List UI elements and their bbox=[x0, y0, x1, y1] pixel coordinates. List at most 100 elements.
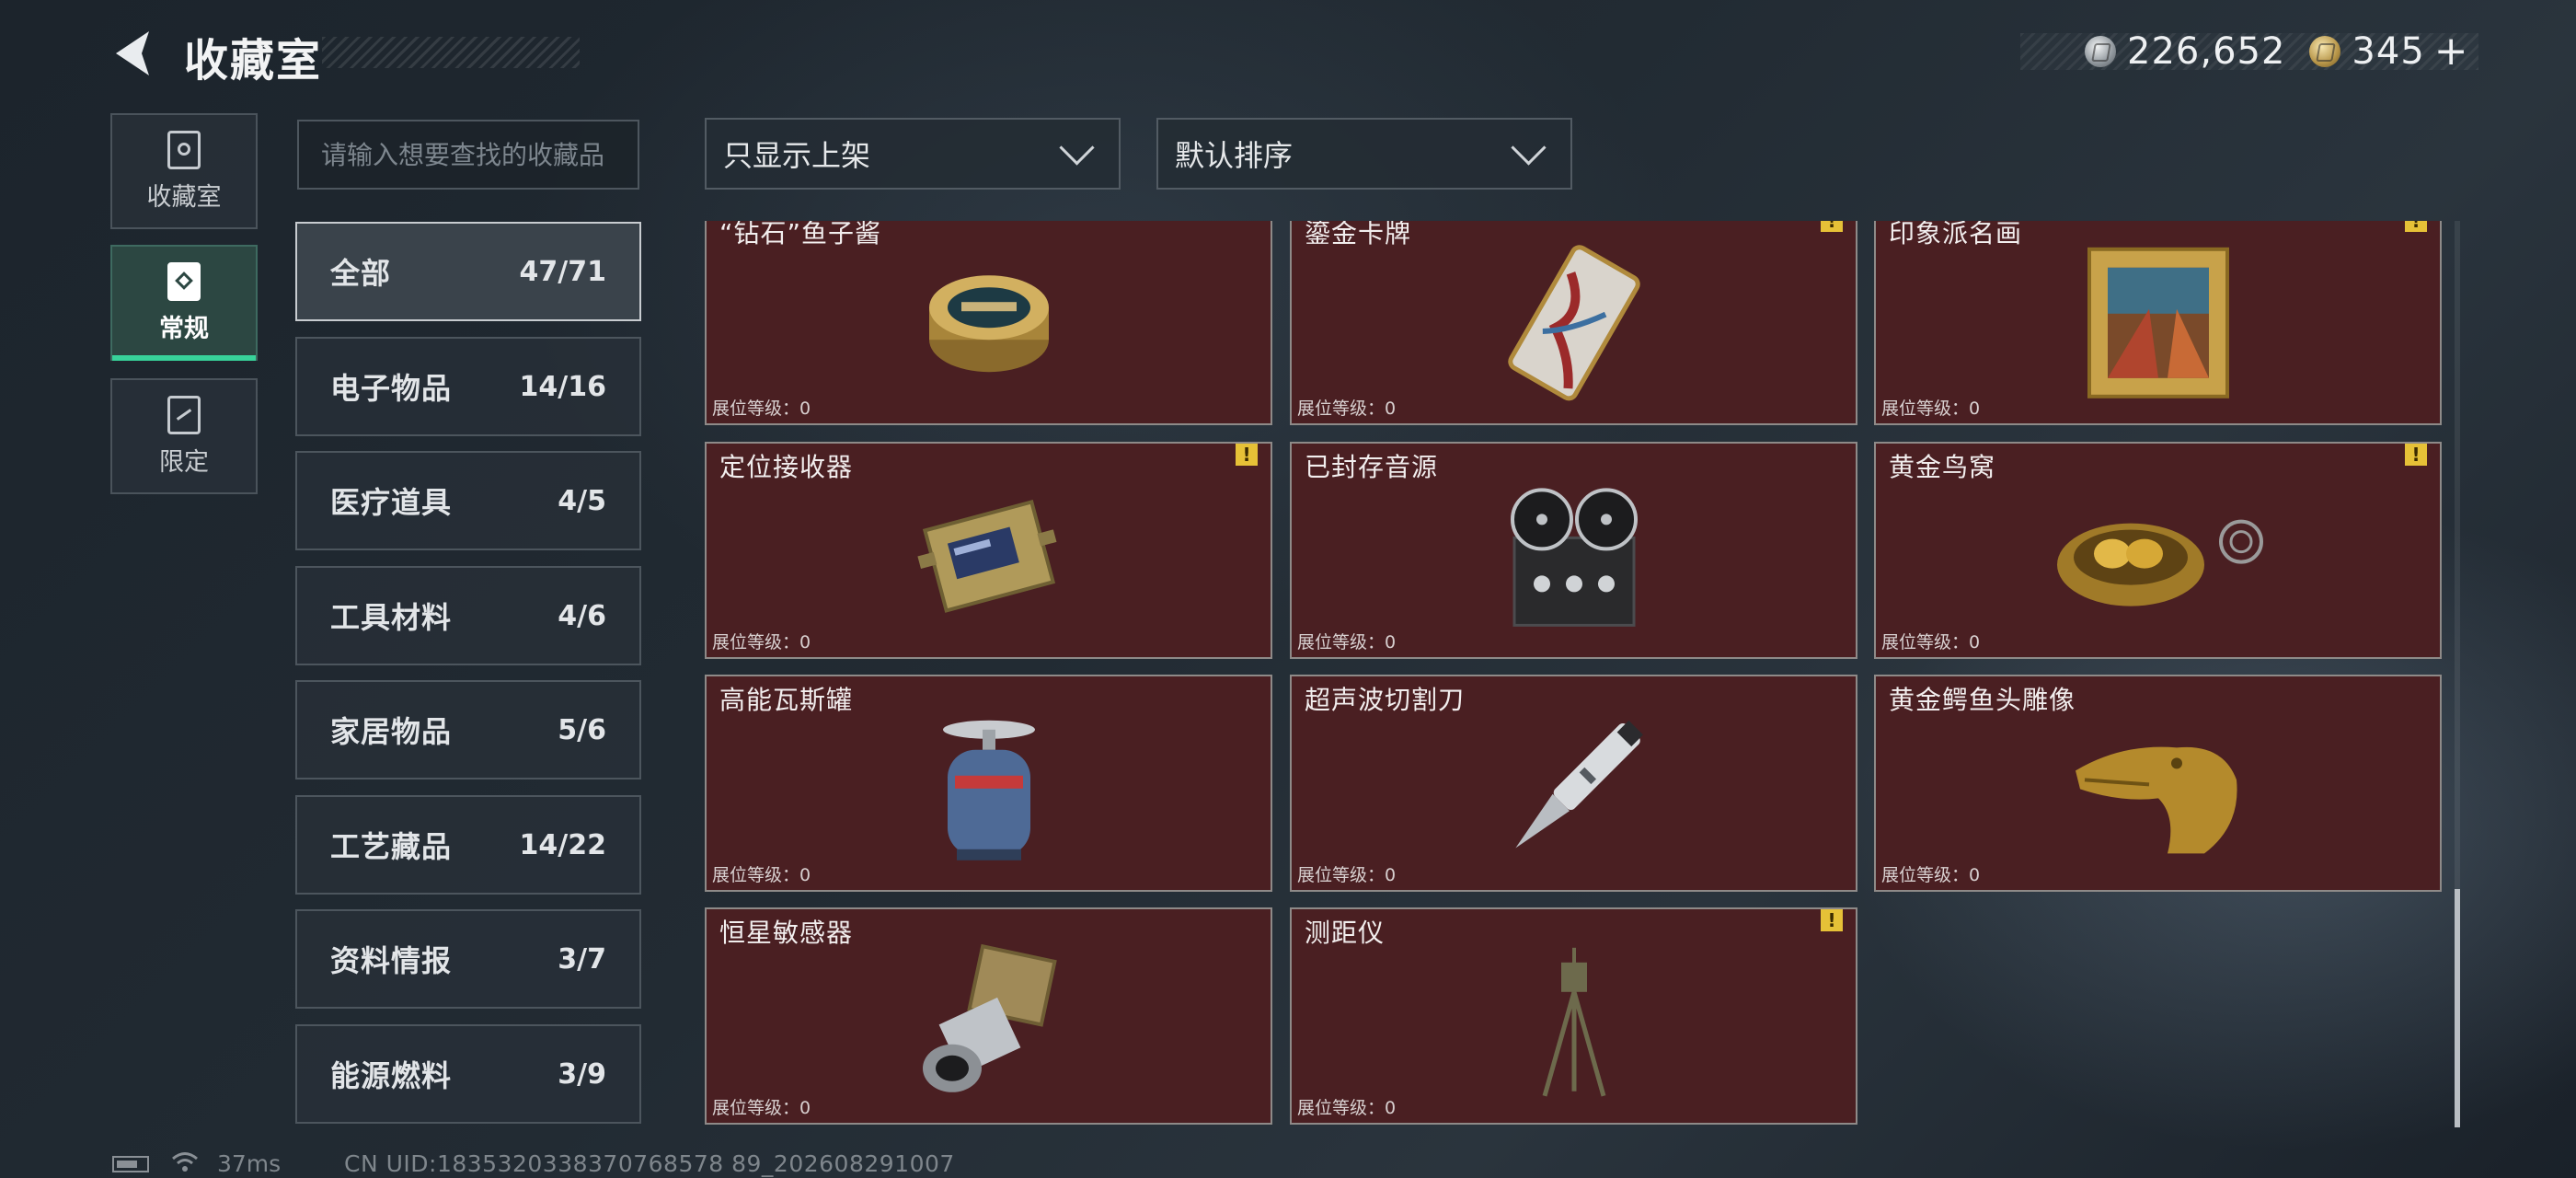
item-card-locator-receiver[interactable]: 定位接收器 ! 展位等级：0 bbox=[705, 442, 1272, 659]
gilded-card-icon bbox=[1507, 245, 1640, 401]
item-booth-level: 展位等级：0 bbox=[712, 1098, 811, 1118]
ultrasonic-cutter-icon bbox=[1514, 720, 1643, 849]
caviar-tin-icon bbox=[928, 275, 1049, 373]
item-booth-level: 展位等级：0 bbox=[712, 398, 811, 419]
category-tools[interactable]: 工具材料 4/6 bbox=[295, 566, 641, 665]
limited-collection-icon bbox=[167, 395, 201, 434]
category-name: 全部 bbox=[330, 256, 392, 291]
regular-collection-icon bbox=[167, 261, 201, 301]
display-filter-dropdown[interactable]: 只显示上架 bbox=[705, 118, 1121, 190]
category-count: 14/16 bbox=[519, 370, 606, 403]
category-name: 能源燃料 bbox=[330, 1058, 453, 1093]
page-title: 收藏室 bbox=[184, 35, 323, 87]
sort-dropdown[interactable]: 默认排序 bbox=[1156, 118, 1572, 190]
sort-value: 默认排序 bbox=[1175, 138, 1294, 173]
item-name: 测距仪 bbox=[1305, 918, 1386, 948]
category-count: 4/5 bbox=[558, 484, 606, 517]
silver-coin-icon bbox=[2085, 36, 2116, 67]
category-fuel[interactable]: 能源燃料 3/9 bbox=[295, 1024, 641, 1124]
item-card-star-sensor[interactable]: 恒星敏感器 展位等级：0 bbox=[705, 907, 1272, 1125]
item-name: 超声波切割刀 bbox=[1305, 685, 1466, 715]
item-card-gilded-card[interactable]: 鎏金卡牌 ! 展位等级：0 bbox=[1290, 221, 1857, 425]
item-booth-level: 展位等级：0 bbox=[1881, 632, 1981, 653]
item-card-caviar[interactable]: “钻石”鱼子酱 展位等级：0 bbox=[705, 221, 1272, 425]
category-count: 3/9 bbox=[558, 1057, 606, 1091]
item-name: 定位接收器 bbox=[719, 452, 854, 482]
category-name: 资料情报 bbox=[330, 943, 453, 978]
item-booth-level: 展位等级：0 bbox=[1297, 865, 1397, 885]
collectibles-grid: “钻石”鱼子酱 展位等级：0 鎏金卡牌 ! 展位等级：0 印象派名画 ! 展位等… bbox=[705, 221, 2445, 1127]
category-count: 14/22 bbox=[519, 828, 606, 861]
category-household[interactable]: 家居物品 5/6 bbox=[295, 680, 641, 780]
chevron-down-icon bbox=[1511, 129, 1547, 166]
item-card-sealed-audio[interactable]: 已封存音源 展位等级：0 bbox=[1290, 442, 1857, 659]
item-booth-level: 展位等级：0 bbox=[1297, 1098, 1397, 1118]
locator-receiver-icon bbox=[916, 499, 1056, 613]
rangefinder-tripod-icon bbox=[1542, 947, 1605, 1097]
back-arrow-icon[interactable] bbox=[109, 28, 160, 79]
category-count: 47/71 bbox=[519, 255, 606, 288]
category-count: 3/7 bbox=[558, 942, 606, 976]
alert-icon: ! bbox=[1236, 444, 1258, 466]
side-tab-limited[interactable]: 限定 bbox=[110, 378, 258, 494]
item-name: 已封存音源 bbox=[1305, 452, 1439, 482]
category-name: 工具材料 bbox=[330, 600, 453, 635]
search-input[interactable] bbox=[297, 120, 639, 190]
category-name: 家居物品 bbox=[330, 714, 453, 749]
item-card-rangefinder[interactable]: 测距仪 ! 展位等级：0 bbox=[1290, 907, 1857, 1125]
side-tab-label: 限定 bbox=[159, 447, 209, 477]
side-tab-label: 常规 bbox=[159, 314, 209, 343]
gas-canister-icon bbox=[942, 720, 1035, 860]
alert-icon: ! bbox=[1821, 221, 1843, 232]
category-count: 5/6 bbox=[558, 713, 606, 746]
item-booth-level: 展位等级：0 bbox=[712, 632, 811, 653]
currency-bar: 226,652 345 + bbox=[2020, 30, 2478, 73]
alert-icon: ! bbox=[2405, 221, 2427, 232]
category-crafts[interactable]: 工艺藏品 14/22 bbox=[295, 795, 641, 895]
add-currency-button[interactable]: + bbox=[2434, 31, 2468, 72]
side-tab-vault[interactable]: 收藏室 bbox=[110, 113, 258, 229]
gold-balance: 345 bbox=[2352, 30, 2425, 73]
chevron-down-icon bbox=[1059, 129, 1095, 166]
item-booth-level: 展位等级：0 bbox=[1881, 865, 1981, 885]
framed-painting-icon bbox=[2087, 247, 2229, 398]
category-electronics[interactable]: 电子物品 14/16 bbox=[295, 337, 641, 436]
item-name: 黄金鸟窝 bbox=[1889, 452, 1996, 482]
item-name: “钻石”鱼子酱 bbox=[719, 221, 882, 248]
battery-icon bbox=[112, 1156, 149, 1172]
category-all[interactable]: 全部 47/71 bbox=[295, 222, 641, 321]
item-name: 高能瓦斯罐 bbox=[719, 685, 854, 715]
alert-icon: ! bbox=[1821, 909, 1843, 931]
vault-icon bbox=[167, 130, 201, 169]
alert-icon: ! bbox=[2405, 444, 2427, 466]
ping-readout: 37ms bbox=[217, 1150, 282, 1177]
category-count: 4/6 bbox=[558, 599, 606, 632]
grid-scrollbar-thumb[interactable] bbox=[2455, 889, 2460, 1127]
category-intel[interactable]: 资料情报 3/7 bbox=[295, 909, 641, 1009]
gold-coin-icon bbox=[2309, 36, 2341, 67]
side-tab-label: 收藏室 bbox=[146, 182, 222, 212]
item-name: 黄金鳄鱼头雕像 bbox=[1889, 685, 2076, 715]
item-name: 恒星敏感器 bbox=[719, 918, 854, 948]
item-card-painting[interactable]: 印象派名画 ! 展位等级：0 bbox=[1874, 221, 2442, 425]
item-card-gas-canister[interactable]: 高能瓦斯罐 展位等级：0 bbox=[705, 675, 1272, 892]
item-name: 印象派名画 bbox=[1889, 221, 2023, 248]
item-name: 鎏金卡牌 bbox=[1305, 221, 1412, 248]
item-card-ultrasonic-cutter[interactable]: 超声波切割刀 展位等级：0 bbox=[1290, 675, 1857, 892]
item-booth-level: 展位等级：0 bbox=[712, 865, 811, 885]
item-booth-level: 展位等级：0 bbox=[1297, 398, 1397, 419]
golden-nest-icon bbox=[2056, 519, 2263, 606]
category-medical[interactable]: 医疗道具 4/5 bbox=[295, 451, 641, 550]
item-card-golden-nest[interactable]: 黄金鸟窝 ! 展位等级：0 bbox=[1874, 442, 2442, 659]
item-booth-level: 展位等级：0 bbox=[1297, 632, 1397, 653]
category-name: 电子物品 bbox=[330, 371, 453, 406]
wifi-icon bbox=[172, 1152, 198, 1172]
category-name: 医疗道具 bbox=[330, 485, 453, 520]
silver-balance: 226,652 bbox=[2127, 30, 2286, 73]
item-card-golden-crocodile[interactable]: 黄金鳄鱼头雕像 展位等级：0 bbox=[1874, 675, 2442, 892]
title-decoration bbox=[322, 37, 580, 68]
side-tab-regular[interactable]: 常规 bbox=[110, 245, 258, 361]
item-booth-level: 展位等级：0 bbox=[1881, 398, 1981, 419]
star-sensor-icon bbox=[922, 943, 1057, 1092]
user-uid: CN UID:1835320338370768578 89_2026082910… bbox=[344, 1150, 955, 1177]
